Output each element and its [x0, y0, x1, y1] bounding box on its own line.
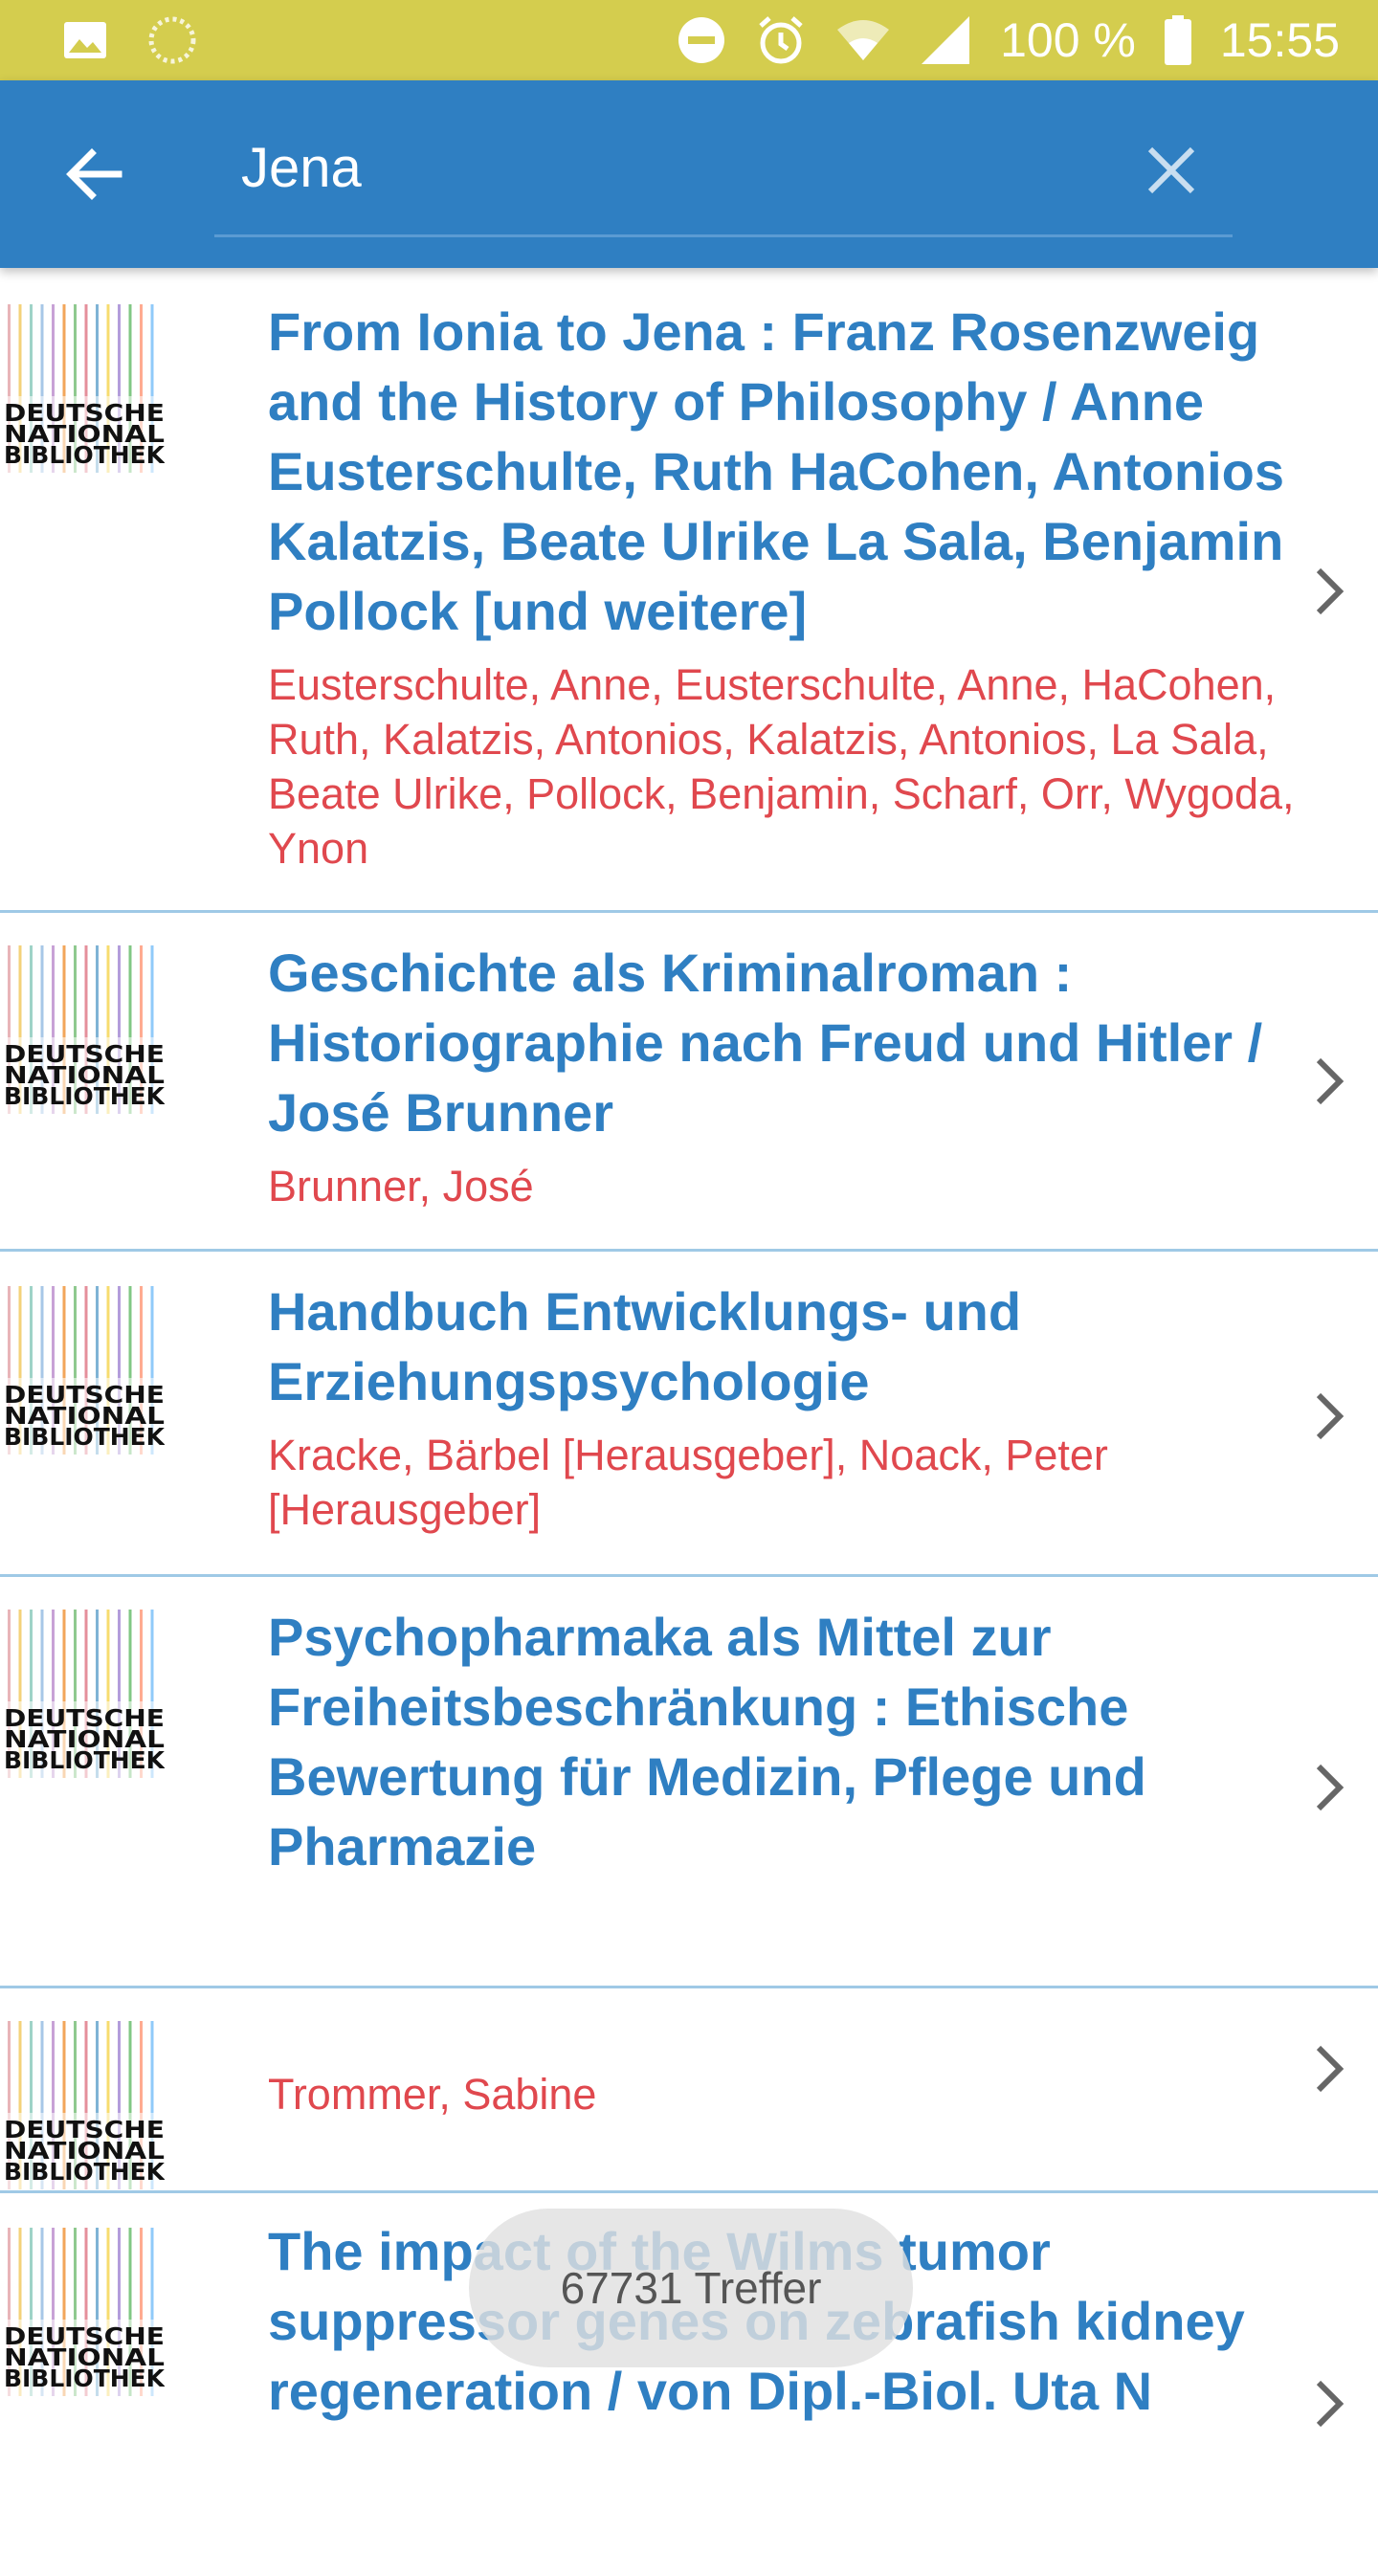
close-icon — [1146, 145, 1196, 200]
search-field — [214, 115, 1233, 237]
result-authors: Trommer, Sabine — [268, 2070, 597, 2119]
clear-search-button[interactable] — [1133, 134, 1210, 211]
dnb-logo-thumbnail: DEUTSCHE NATIONAL BIBLIOTHEK — [4, 945, 167, 1114]
wifi-icon — [835, 18, 891, 62]
svg-text:BIBLIOTHEK: BIBLIOTHEK — [4, 2365, 165, 2392]
clock-time: 15:55 — [1219, 13, 1340, 67]
svg-text:BIBLIOTHEK: BIBLIOTHEK — [4, 441, 165, 469]
svg-text:BIBLIOTHEK: BIBLIOTHEK — [4, 2158, 165, 2186]
svg-text:BIBLIOTHEK: BIBLIOTHEK — [4, 1082, 165, 1110]
result-item[interactable]: DEUTSCHE NATIONAL BIBLIOTHEK Trommer, Sabi… — [0, 1988, 1378, 2193]
svg-text:BIBLIOTHEK: BIBLIOTHEK — [4, 1423, 165, 1451]
chevron-right-icon — [1305, 1759, 1353, 1816]
do-not-disturb-icon — [677, 15, 726, 65]
dnb-logo-thumbnail: DEUTSCHE NATIONAL BIBLIOTHEK — [4, 1286, 167, 1455]
chevron-right-icon — [1305, 2375, 1353, 2432]
loading-icon — [147, 15, 197, 65]
alarm-icon — [755, 14, 807, 66]
dnb-logo-thumbnail: DEUTSCHE NATIONAL BIBLIOTHEK — [4, 1610, 167, 1778]
back-button[interactable] — [56, 138, 132, 214]
result-title: From Ionia to Jena : Franz Rosenzweig an… — [268, 301, 1284, 641]
battery-percentage: 100 % — [1000, 13, 1136, 67]
signal-icon — [920, 14, 971, 66]
svg-text:BIBLIOTHEK: BIBLIOTHEK — [4, 1746, 165, 1774]
arrow-left-icon — [65, 147, 122, 206]
image-icon — [63, 21, 107, 59]
dnb-logo-thumbnail: DEUTSCHE NATIONAL BIBLIOTHEK — [4, 2021, 167, 2189]
result-title: Handbuch Entwicklungs- und Erziehungspsy… — [268, 1281, 1022, 1411]
chevron-right-icon — [1305, 1053, 1353, 1110]
dnb-logo-thumbnail: DEUTSCHE NATIONAL BIBLIOTHEK — [4, 304, 167, 473]
result-title: Geschichte als Kriminalroman : Historiog… — [268, 943, 1263, 1143]
result-item[interactable]: DEUTSCHE NATIONAL BIBLIOTHEK From Ionia to… — [0, 268, 1378, 913]
dnb-logo-thumbnail: DEUTSCHE NATIONAL BIBLIOTHEK — [4, 2228, 167, 2396]
result-authors: Brunner, José — [268, 1162, 534, 1210]
chevron-right-icon — [1305, 2040, 1353, 2098]
search-app-bar — [0, 80, 1378, 268]
status-bar: 100 % 15:55 — [0, 0, 1378, 80]
result-title: Psychopharmaka als Mittel zur Freiheitsb… — [268, 1607, 1146, 1876]
chevron-right-icon — [1305, 563, 1353, 620]
result-count-toast: 67731 Treffer — [469, 2209, 913, 2367]
result-item[interactable]: DEUTSCHE NATIONAL BIBLIOTHEK Psychopharmak… — [0, 1577, 1378, 1988]
result-authors: Kracke, Bärbel [Herausgeber], Noack, Pet… — [268, 1431, 1108, 1534]
chevron-right-icon — [1305, 1388, 1353, 1445]
battery-icon — [1164, 15, 1191, 65]
result-item[interactable]: DEUTSCHE NATIONAL BIBLIOTHEK Handbuch Entw… — [0, 1252, 1378, 1577]
search-input[interactable] — [241, 134, 1102, 201]
result-count-text: 67731 Treffer — [560, 2263, 822, 2313]
result-item[interactable]: DEUTSCHE NATIONAL BIBLIOTHEK Geschichte al… — [0, 913, 1378, 1252]
result-authors: Eusterschulte, Anne, Eusterschulte, Anne… — [268, 660, 1295, 873]
